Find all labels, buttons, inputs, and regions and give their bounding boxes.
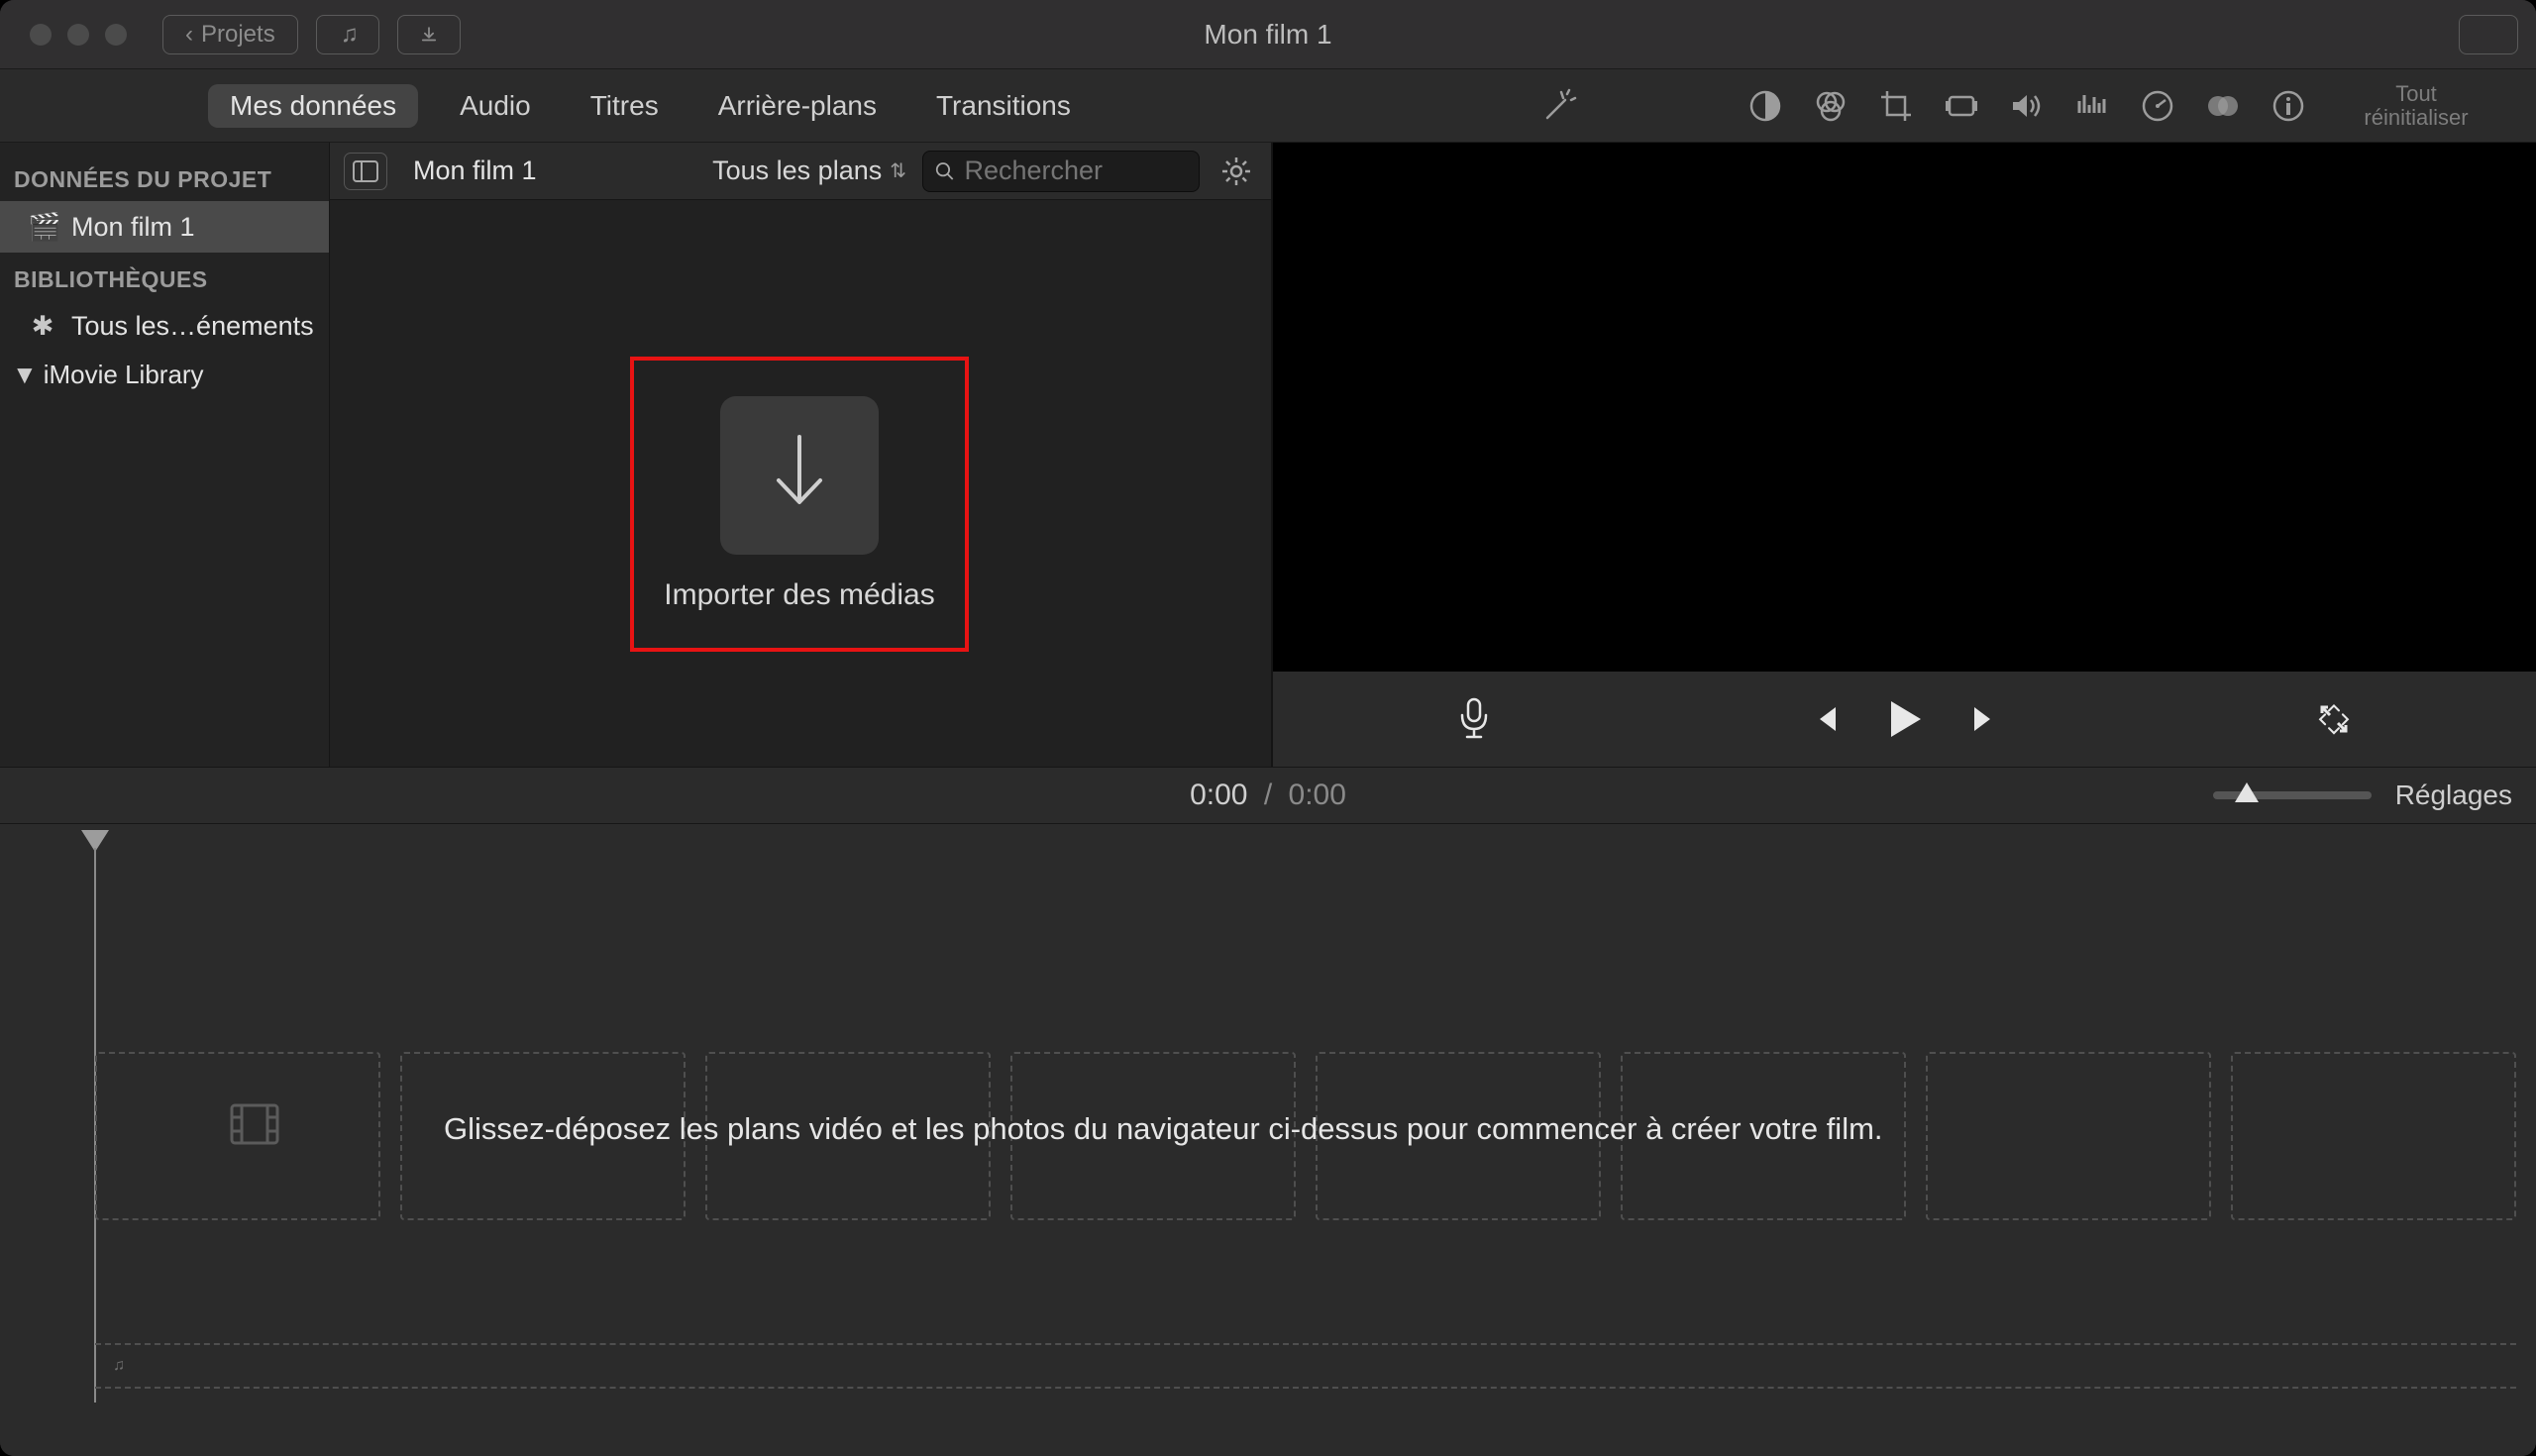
timeline[interactable]: Glissez-déposez les plans vidéo et les p… bbox=[0, 824, 2536, 1456]
clip-placeholder bbox=[2231, 1052, 2516, 1220]
main-split: DONNÉES DU PROJET 🎬 Mon film 1 BIBLIOTHÈ… bbox=[0, 143, 2536, 767]
sidebar-item-all-events[interactable]: ✱ Tous les…énements bbox=[0, 301, 329, 352]
import-button[interactable] bbox=[397, 15, 461, 54]
music-note-icon: ♫ bbox=[113, 1357, 125, 1375]
sidebar: DONNÉES DU PROJET 🎬 Mon film 1 BIBLIOTHÈ… bbox=[0, 143, 330, 767]
sidebar-item-label: iMovie Library bbox=[44, 360, 204, 390]
timecode: 0:00 / 0:00 bbox=[1190, 779, 1346, 812]
maximize-window-icon[interactable] bbox=[105, 24, 127, 46]
skip-back-icon bbox=[1810, 703, 1842, 735]
media-browser: Mon film 1 Tous les plans ⇅ bbox=[330, 143, 1273, 767]
clip-filter-icon[interactable] bbox=[2201, 84, 2245, 128]
browser-body: Importer des médias bbox=[330, 200, 1271, 767]
app-window: ‹ Projets ♫ Mon film 1 Mes données Audio… bbox=[0, 0, 2536, 1456]
projects-button-label: Projets bbox=[201, 21, 275, 49]
prev-button[interactable] bbox=[1810, 703, 1842, 735]
import-media-highlight: Importer des médias bbox=[630, 357, 969, 652]
reset-line1: Tout bbox=[2332, 82, 2500, 106]
viewer-panel bbox=[1273, 143, 2536, 767]
timeline-settings-button[interactable]: Réglages bbox=[2395, 780, 2512, 811]
auto-enhance-icon[interactable] bbox=[1537, 84, 1581, 128]
tab-audio[interactable]: Audio bbox=[442, 84, 549, 128]
sidebar-item-project[interactable]: 🎬 Mon film 1 bbox=[0, 201, 329, 253]
tab-transitions[interactable]: Transitions bbox=[918, 84, 1089, 128]
search-input[interactable] bbox=[964, 156, 1187, 186]
clip-placeholder bbox=[95, 1052, 380, 1220]
search-field[interactable] bbox=[922, 151, 1200, 192]
next-button[interactable] bbox=[1968, 703, 2000, 735]
media-library-button[interactable]: ♫ bbox=[316, 15, 379, 54]
clip-filter-dropdown[interactable]: Tous les plans ⇅ bbox=[712, 156, 906, 186]
voiceover-button[interactable] bbox=[1457, 697, 1491, 741]
color-correction-icon[interactable] bbox=[1809, 84, 1852, 128]
browser-toolbar: Mon film 1 Tous les plans ⇅ bbox=[330, 143, 1271, 200]
clapperboard-icon: 🎬 bbox=[28, 211, 57, 243]
sidebar-item-imovie-library[interactable]: ▼ iMovie Library bbox=[0, 352, 329, 398]
timeline-hint: Glissez-déposez les plans vidéo et les p… bbox=[444, 1111, 1883, 1147]
star-icon: ✱ bbox=[28, 311, 57, 342]
download-icon bbox=[420, 22, 438, 48]
timeline-header: 0:00 / 0:00 Réglages bbox=[0, 767, 2536, 824]
time-duration: 0:00 bbox=[1289, 779, 1346, 811]
time-current: 0:00 bbox=[1190, 779, 1247, 811]
browser-project-name: Mon film 1 bbox=[403, 156, 537, 186]
info-icon[interactable] bbox=[2267, 84, 2310, 128]
projects-button[interactable]: ‹ Projets bbox=[162, 15, 298, 54]
sidebar-header-project: DONNÉES DU PROJET bbox=[0, 153, 329, 201]
time-sep: / bbox=[1264, 779, 1272, 811]
stabilize-icon[interactable] bbox=[1940, 84, 1983, 128]
noise-reduction-icon[interactable] bbox=[2070, 84, 2114, 128]
reset-all-button[interactable]: Tout réinitialiser bbox=[2332, 82, 2500, 130]
audio-track[interactable]: ♫ bbox=[95, 1343, 2516, 1389]
speed-icon[interactable] bbox=[2136, 84, 2179, 128]
zoom-slider[interactable] bbox=[2213, 791, 2372, 799]
gear-icon bbox=[1220, 156, 1252, 187]
volume-icon[interactable] bbox=[2005, 84, 2049, 128]
browser-layout-toggle[interactable] bbox=[344, 153, 387, 190]
sidebar-header-libraries: BIBLIOTHÈQUES bbox=[0, 253, 329, 301]
updown-chevron-icon: ⇅ bbox=[890, 158, 906, 183]
window-title: Mon film 1 bbox=[1204, 19, 1331, 51]
tab-backgrounds[interactable]: Arrière-plans bbox=[700, 84, 895, 128]
play-icon bbox=[1887, 699, 1923, 739]
sidebar-layout-icon bbox=[353, 160, 378, 182]
import-media-button[interactable] bbox=[720, 396, 879, 555]
play-button[interactable] bbox=[1887, 699, 1923, 739]
clip-filter-label: Tous les plans bbox=[712, 156, 882, 186]
tab-titles[interactable]: Titres bbox=[573, 84, 677, 128]
transport-controls bbox=[1810, 699, 2000, 739]
crop-icon[interactable] bbox=[1874, 84, 1918, 128]
timeline-header-right: Réglages bbox=[2213, 780, 2512, 811]
sidebar-item-label: Mon film 1 bbox=[71, 212, 195, 243]
search-icon bbox=[935, 160, 954, 182]
zoom-thumb-icon[interactable] bbox=[2235, 782, 2259, 802]
import-media-label: Importer des médias bbox=[664, 578, 934, 612]
browser-settings-button[interactable] bbox=[1215, 151, 1257, 192]
microphone-icon bbox=[1457, 697, 1491, 741]
share-button[interactable] bbox=[2459, 15, 2518, 54]
chevron-left-icon: ‹ bbox=[185, 21, 193, 49]
close-window-icon[interactable] bbox=[30, 24, 52, 46]
inspector-controls: Tout réinitialiser bbox=[1537, 82, 2500, 130]
minimize-window-icon[interactable] bbox=[67, 24, 89, 46]
download-arrow-icon bbox=[765, 431, 834, 520]
sidebar-item-label: Tous les…énements bbox=[71, 311, 314, 342]
window-controls bbox=[30, 24, 127, 46]
playback-controls bbox=[1273, 672, 2536, 767]
reset-line2: réinitialiser bbox=[2332, 106, 2500, 130]
category-tabs-row: Mes données Audio Titres Arrière-plans T… bbox=[0, 69, 2536, 143]
tab-my-media[interactable]: Mes données bbox=[208, 84, 418, 128]
color-balance-icon[interactable] bbox=[1744, 84, 1787, 128]
skip-forward-icon bbox=[1968, 703, 2000, 735]
category-tabs: Mes données Audio Titres Arrière-plans T… bbox=[208, 84, 1089, 128]
titlebar: ‹ Projets ♫ Mon film 1 bbox=[0, 0, 2536, 69]
disclosure-triangle-icon[interactable]: ▼ bbox=[12, 360, 38, 390]
fullscreen-button[interactable] bbox=[2316, 701, 2352, 737]
expand-icon bbox=[2316, 701, 2352, 737]
clip-placeholder bbox=[1926, 1052, 2211, 1220]
titlebar-left-buttons: ‹ Projets ♫ bbox=[162, 15, 461, 54]
preview-canvas bbox=[1273, 143, 2536, 672]
